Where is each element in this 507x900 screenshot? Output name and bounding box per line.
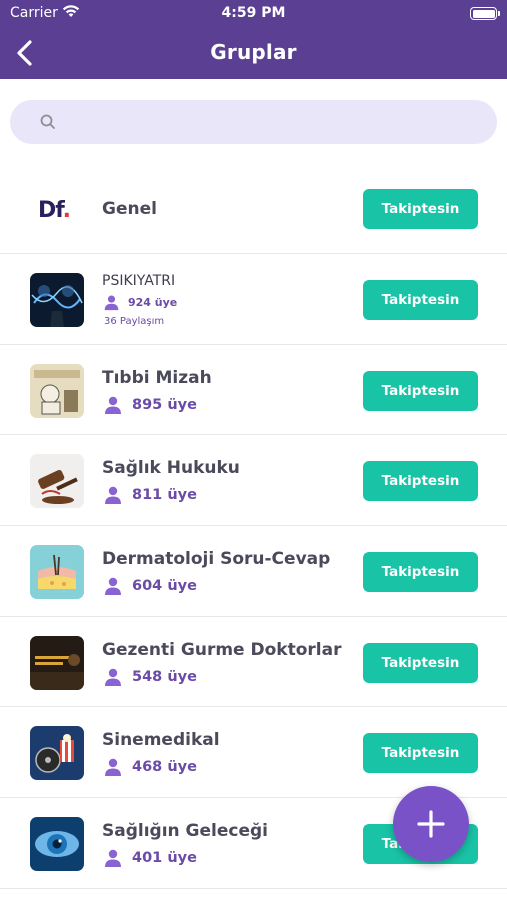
share-count: 36 Paylaşım (104, 316, 165, 327)
group-list: Df. Genel Takiptesin PSIKIYATRI 924 üye … (0, 163, 507, 889)
user-icon (104, 295, 119, 310)
group-thumbnail (30, 635, 84, 690)
follow-button[interactable]: Takiptesin (363, 189, 478, 229)
follow-button[interactable]: Takiptesin (363, 642, 478, 683)
page-title: Gruplar (210, 40, 297, 64)
group-thumbnail (30, 726, 84, 781)
group-name: Sinemedikal (102, 730, 220, 751)
group-thumbnail (30, 545, 84, 600)
group-row-genel[interactable]: Df. Genel Takiptesin (0, 163, 507, 254)
user-icon (105, 396, 121, 414)
follow-button[interactable]: Takiptesin (363, 280, 478, 320)
status-bar: Carrier 4:59 PM (0, 0, 507, 28)
status-time: 4:59 PM (221, 5, 286, 21)
member-count: 548 üye (103, 667, 197, 687)
group-row-tibbi-mizah[interactable]: Tıbbi Mizah 895 üye Takiptesin (0, 345, 507, 436)
group-thumbnail (30, 454, 84, 509)
follow-button[interactable]: Takiptesin (363, 461, 478, 502)
nav-header: Carrier 4:59 PM Gruplar (0, 0, 507, 79)
user-icon (105, 487, 121, 505)
user-icon (105, 849, 121, 868)
group-row-psikiyatri[interactable]: PSIKIYATRI 924 üye 36 Paylaşım Takiptesi… (0, 254, 507, 345)
group-row-saglik-hukuku[interactable]: Sağlık Hukuku 811 üye Takiptesin (0, 435, 507, 527)
group-thumbnail (30, 817, 84, 872)
search-icon (40, 114, 55, 129)
user-icon (105, 668, 121, 686)
group-name: Dermatoloji Soru-Cevap (102, 549, 331, 570)
group-name: Sağlık Hukuku (102, 458, 240, 479)
member-count: 895 üye (103, 395, 197, 415)
member-count: 924 üye (103, 292, 177, 312)
df-logo: Df. (38, 198, 71, 223)
user-icon (105, 759, 121, 777)
group-name: PSIKIYATRI (102, 273, 176, 289)
follow-button[interactable]: Takiptesin (363, 552, 478, 593)
group-thumbnail (30, 363, 84, 418)
plus-icon (417, 810, 445, 838)
member-count: 604 üye (103, 576, 197, 596)
follow-button[interactable]: Takiptesin (363, 733, 478, 774)
group-name: Tıbbi Mizah (102, 367, 212, 388)
search-bar[interactable] (10, 100, 497, 144)
member-count: 468 üye (103, 757, 197, 777)
group-name: Gezenti Gurme Doktorlar (102, 639, 342, 660)
search-input[interactable] (70, 100, 480, 144)
user-icon (105, 577, 121, 596)
group-name: Sağlığın Geleceği (102, 821, 268, 842)
group-name: Genel (102, 199, 157, 219)
add-group-button[interactable] (393, 786, 469, 862)
group-row-gezenti[interactable]: Gezenti Gurme Doktorlar 548 üye Takiptes… (0, 617, 507, 708)
group-thumbnail (30, 273, 84, 327)
group-row-dermatoloji[interactable]: Dermatoloji Soru-Cevap 604 üye Takiptesi… (0, 526, 507, 617)
group-row-sinemedikal[interactable]: Sinemedikal 468 üye Takiptesin (0, 707, 507, 799)
member-count: 401 üye (103, 848, 197, 868)
battery-icon (470, 7, 500, 20)
member-count: 811 üye (103, 485, 197, 505)
follow-button[interactable]: Takiptesin (363, 370, 478, 411)
